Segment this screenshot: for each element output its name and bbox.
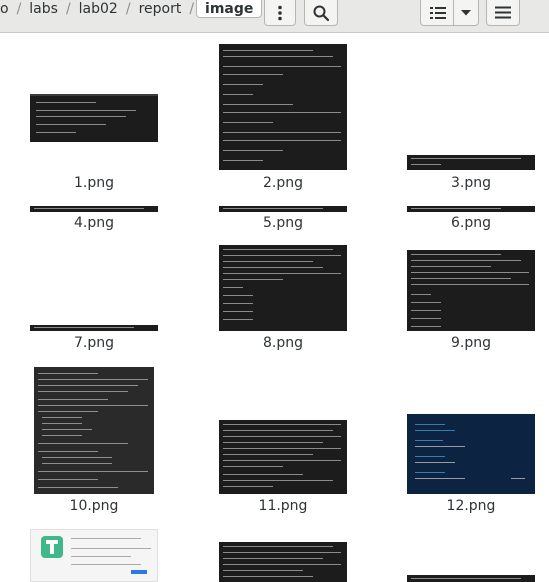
hamburger-menu-icon <box>495 6 511 19</box>
file-thumbnail-9[interactable] <box>407 250 535 331</box>
breadcrumb: o / labs / lab02 / report / image <box>0 0 263 18</box>
breadcrumb-item-current[interactable]: image <box>196 0 263 18</box>
chevron-down-icon <box>461 9 471 15</box>
file-name[interactable]: 4.png <box>34 215 154 231</box>
file-name[interactable]: 5.png <box>223 215 343 231</box>
header-bar: o / labs / lab02 / report / image <box>0 0 549 33</box>
file-thumbnail-7[interactable] <box>30 325 158 331</box>
file-name[interactable]: 12.png <box>411 498 531 514</box>
file-thumbnail-14[interactable] <box>219 542 347 582</box>
path-menu-button[interactable] <box>264 0 296 26</box>
breadcrumb-item-report[interactable]: report <box>133 0 188 18</box>
breadcrumb-item-o[interactable]: o <box>0 0 15 18</box>
file-thumbnail-15[interactable] <box>407 575 535 582</box>
breadcrumb-separator: / <box>65 1 71 17</box>
file-thumbnail-5[interactable] <box>219 206 347 212</box>
file-name[interactable]: 2.png <box>223 175 343 191</box>
breadcrumb-item-labs[interactable]: labs <box>23 0 64 18</box>
file-name[interactable]: 11.png <box>223 498 343 514</box>
list-view-icon <box>429 6 446 19</box>
breadcrumb-separator: / <box>125 1 131 17</box>
vertical-dots-icon <box>278 5 282 20</box>
file-thumbnail-11[interactable] <box>219 420 347 494</box>
file-thumbnail-13[interactable] <box>30 529 158 582</box>
breadcrumb-separator: / <box>16 1 22 17</box>
file-thumbnail-12[interactable] <box>407 414 535 494</box>
file-thumbnail-2[interactable] <box>219 44 347 170</box>
view-options-button[interactable] <box>453 0 479 26</box>
search-icon <box>313 5 329 21</box>
file-thumbnail-8[interactable] <box>219 245 347 331</box>
search-button[interactable] <box>304 0 338 26</box>
file-name[interactable]: 8.png <box>223 335 343 351</box>
file-thumbnail-1[interactable] <box>30 94 158 142</box>
file-name[interactable]: 3.png <box>411 175 531 191</box>
view-mode-button[interactable] <box>420 0 454 26</box>
file-name[interactable]: 9.png <box>411 335 531 351</box>
file-name[interactable]: 1.png <box>34 175 154 191</box>
file-thumbnail-10[interactable] <box>34 367 154 494</box>
file-name[interactable]: 6.png <box>411 215 531 231</box>
file-thumbnail-4[interactable] <box>30 206 158 212</box>
file-name[interactable]: 10.png <box>34 498 154 514</box>
breadcrumb-separator: / <box>189 1 195 17</box>
file-name[interactable]: 7.png <box>34 335 154 351</box>
breadcrumb-item-lab02[interactable]: lab02 <box>73 0 124 18</box>
main-menu-button[interactable] <box>486 0 520 26</box>
file-thumbnail-6[interactable] <box>407 206 535 212</box>
file-thumbnail-3[interactable] <box>407 155 535 170</box>
